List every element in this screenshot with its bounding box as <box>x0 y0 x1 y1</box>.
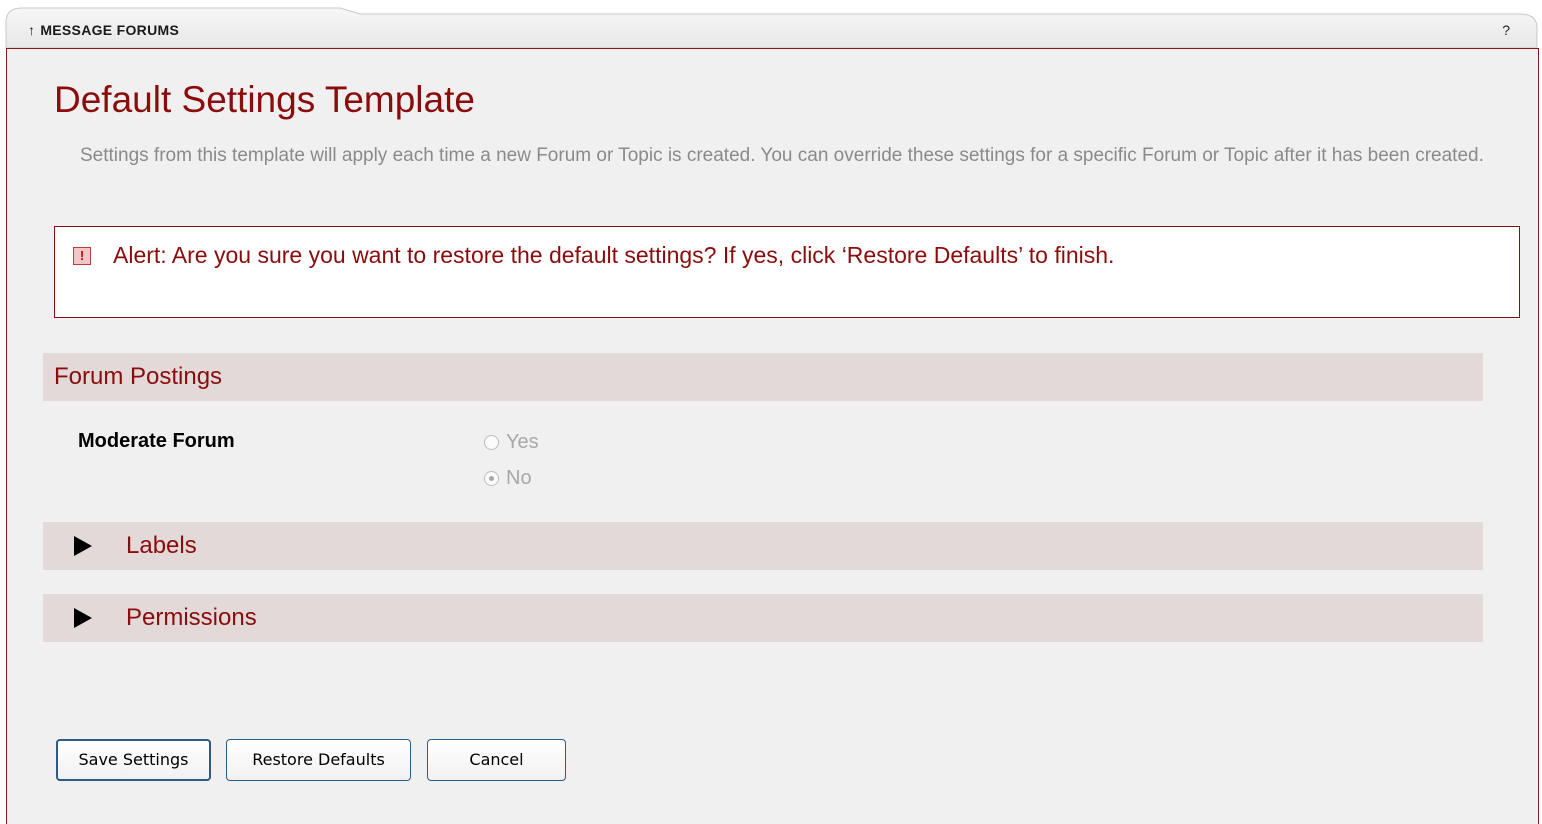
section-title: Labels <box>126 532 197 559</box>
page-description: Settings from this template will apply e… <box>80 145 1484 166</box>
main-panel: Default Settings Template Settings from … <box>6 48 1539 824</box>
alert-icon: ! <box>73 247 91 265</box>
expand-triangle-icon <box>74 536 92 556</box>
expand-triangle-icon <box>74 608 92 628</box>
radio-option-yes[interactable]: Yes <box>484 431 539 454</box>
tool-title[interactable]: ↑ MESSAGE FORUMS <box>28 22 179 38</box>
cancel-button[interactable]: Cancel <box>427 739 566 781</box>
tool-title-label: MESSAGE FORUMS <box>40 22 180 38</box>
radio-label-no: No <box>506 467 532 489</box>
help-icon[interactable]: ? <box>1502 22 1510 38</box>
tool-header: ↑ MESSAGE FORUMS ? <box>0 0 1542 48</box>
radio-button-no[interactable] <box>484 471 499 486</box>
radio-option-no[interactable]: No <box>484 467 532 490</box>
radio-label-yes: Yes <box>506 431 539 453</box>
tab-shape <box>5 7 1538 48</box>
restore-defaults-button[interactable]: Restore Defaults <box>226 739 411 781</box>
section-title: Forum Postings <box>54 363 223 390</box>
page-title: Default Settings Template <box>54 79 475 120</box>
section-forum-postings: Forum Postings <box>43 353 1483 401</box>
alert-box: ! Alert: Are you sure you want to restor… <box>54 226 1520 318</box>
moderate-forum-label: Moderate Forum <box>78 430 235 452</box>
save-settings-button[interactable]: Save Settings <box>56 739 211 781</box>
alert-message: Alert: Are you sure you want to restore … <box>113 242 1115 268</box>
section-labels-toggle[interactable]: Labels <box>43 522 1483 570</box>
up-arrow-icon: ↑ <box>28 22 36 38</box>
section-title: Permissions <box>126 604 257 631</box>
radio-button-yes[interactable] <box>484 435 499 450</box>
section-permissions-toggle[interactable]: Permissions <box>43 594 1483 642</box>
